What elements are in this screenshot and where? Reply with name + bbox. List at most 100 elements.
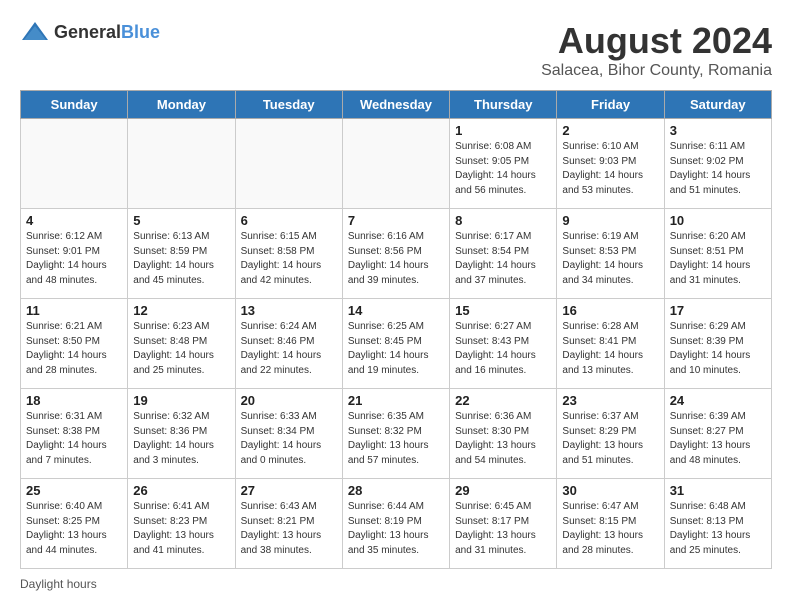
day-info: Sunrise: 6:28 AM Sunset: 8:41 PM Dayligh…	[562, 320, 658, 378]
day-number: 25	[26, 483, 122, 498]
day-number: 22	[455, 393, 551, 408]
day-number: 5	[133, 213, 229, 228]
day-info: Sunrise: 6:48 AM Sunset: 8:13 PM Dayligh…	[670, 500, 766, 558]
calendar-cell: 13Sunrise: 6:24 AM Sunset: 8:46 PM Dayli…	[235, 299, 342, 389]
day-number: 12	[133, 303, 229, 318]
calendar-cell: 24 Sunrise: 6:39 AM Sunset: 8:27 PM Dayli…	[664, 389, 771, 479]
day-info: Sunrise: 6:45 AM Sunset: 8:17 PM Dayligh…	[455, 500, 551, 558]
day-info: Sunrise: 6:21 AM Sunset: 8:50 PM Dayligh…	[26, 320, 122, 378]
week-row-2: 4 Sunrise: 6:12 AM Sunset: 9:01 PM Daylig…	[21, 209, 772, 299]
day-info: Sunrise: 6:08 AM Sunset: 9:05 PM Dayligh…	[455, 140, 551, 198]
footer-text: Daylight hours	[20, 577, 97, 591]
calendar-cell: 7 Sunrise: 6:16 AM Sunset: 8:56 PM Daylig…	[342, 209, 449, 299]
day-number: 7	[348, 213, 444, 228]
calendar-cell: 22Sunrise: 6:36 AM Sunset: 8:30 PM Dayli…	[450, 389, 557, 479]
day-info: Sunrise: 6:15 AM Sunset: 8:58 PM Dayligh…	[241, 230, 337, 288]
day-number: 27	[241, 483, 337, 498]
calendar-cell	[21, 119, 128, 209]
day-number: 20	[241, 393, 337, 408]
calendar-cell: 16 Sunrise: 6:28 AM Sunset: 8:41 PM Dayli…	[557, 299, 664, 389]
calendar-cell: 31 Sunrise: 6:48 AM Sunset: 8:13 PM Dayli…	[664, 479, 771, 569]
day-info: Sunrise: 6:29 AM Sunset: 8:39 PM Dayligh…	[670, 320, 766, 378]
day-number: 21	[348, 393, 444, 408]
day-info: Sunrise: 6:24 AM Sunset: 8:46 PM Dayligh…	[241, 320, 337, 378]
title-area: August 2024 Salacea, Bihor County, Roman…	[541, 20, 772, 80]
logo-text-general: General	[54, 22, 121, 42]
day-number: 1	[455, 123, 551, 138]
day-number: 9	[562, 213, 658, 228]
day-number: 18	[26, 393, 122, 408]
day-info: Sunrise: 6:39 AM Sunset: 8:27 PM Dayligh…	[670, 410, 766, 468]
calendar-cell: 26Sunrise: 6:41 AM Sunset: 8:23 PM Dayli…	[128, 479, 235, 569]
day-number: 29	[455, 483, 551, 498]
calendar-cell: 2 Sunrise: 6:10 AM Sunset: 9:03 PM Daylig…	[557, 119, 664, 209]
calendar-cell	[128, 119, 235, 209]
day-number: 28	[348, 483, 444, 498]
day-number: 31	[670, 483, 766, 498]
calendar-cell: 10Sunrise: 6:20 AM Sunset: 8:51 PM Dayli…	[664, 209, 771, 299]
logo: GeneralBlue	[20, 20, 160, 44]
calendar-cell: 5 Sunrise: 6:13 AM Sunset: 8:59 PM Daylig…	[128, 209, 235, 299]
day-info: Sunrise: 6:31 AM Sunset: 8:38 PM Dayligh…	[26, 410, 122, 468]
day-info: Sunrise: 6:12 AM Sunset: 9:01 PM Dayligh…	[26, 230, 122, 288]
col-header-wednesday: Wednesday	[342, 91, 449, 119]
col-header-thursday: Thursday	[450, 91, 557, 119]
calendar-table: SundayMondayTuesdayWednesdayThursdayFrid…	[20, 90, 772, 569]
day-info: Sunrise: 6:13 AM Sunset: 8:59 PM Dayligh…	[133, 230, 229, 288]
day-number: 16	[562, 303, 658, 318]
day-number: 4	[26, 213, 122, 228]
day-number: 19	[133, 393, 229, 408]
day-info: Sunrise: 6:43 AM Sunset: 8:21 PM Dayligh…	[241, 500, 337, 558]
calendar-cell	[235, 119, 342, 209]
day-number: 8	[455, 213, 551, 228]
day-number: 14	[348, 303, 444, 318]
calendar-cell: 3Sunrise: 6:11 AM Sunset: 9:02 PM Daylig…	[664, 119, 771, 209]
day-info: Sunrise: 6:44 AM Sunset: 8:19 PM Dayligh…	[348, 500, 444, 558]
day-info: Sunrise: 6:25 AM Sunset: 8:45 PM Dayligh…	[348, 320, 444, 378]
week-row-3: 11 Sunrise: 6:21 AM Sunset: 8:50 PM Dayli…	[21, 299, 772, 389]
col-header-sunday: Sunday	[21, 91, 128, 119]
calendar-cell: 28 Sunrise: 6:44 AM Sunset: 8:19 PM Dayli…	[342, 479, 449, 569]
day-number: 15	[455, 303, 551, 318]
calendar-cell: 25 Sunrise: 6:40 AM Sunset: 8:25 PM Dayli…	[21, 479, 128, 569]
day-info: Sunrise: 6:32 AM Sunset: 8:36 PM Dayligh…	[133, 410, 229, 468]
day-info: Sunrise: 6:41 AM Sunset: 8:23 PM Dayligh…	[133, 500, 229, 558]
day-info: Sunrise: 6:27 AM Sunset: 8:43 PM Dayligh…	[455, 320, 551, 378]
footer-note: Daylight hours	[20, 577, 772, 591]
calendar-cell: 29 Sunrise: 6:45 AM Sunset: 8:17 PM Dayli…	[450, 479, 557, 569]
calendar-cell: 21Sunrise: 6:35 AM Sunset: 8:32 PM Dayli…	[342, 389, 449, 479]
calendar-header-row: SundayMondayTuesdayWednesdayThursdayFrid…	[21, 91, 772, 119]
day-number: 23	[562, 393, 658, 408]
calendar-cell: 9 Sunrise: 6:19 AM Sunset: 8:53 PM Daylig…	[557, 209, 664, 299]
calendar-cell: 12 Sunrise: 6:23 AM Sunset: 8:48 PM Dayli…	[128, 299, 235, 389]
col-header-saturday: Saturday	[664, 91, 771, 119]
col-header-monday: Monday	[128, 91, 235, 119]
day-info: Sunrise: 6:40 AM Sunset: 8:25 PM Dayligh…	[26, 500, 122, 558]
calendar-cell: 11 Sunrise: 6:21 AM Sunset: 8:50 PM Dayli…	[21, 299, 128, 389]
week-row-1: 1 Sunrise: 6:08 AM Sunset: 9:05 PM Daylig…	[21, 119, 772, 209]
calendar-cell: 8Sunrise: 6:17 AM Sunset: 8:54 PM Daylig…	[450, 209, 557, 299]
col-header-tuesday: Tuesday	[235, 91, 342, 119]
calendar-cell: 23 Sunrise: 6:37 AM Sunset: 8:29 PM Dayli…	[557, 389, 664, 479]
calendar-cell: 18 Sunrise: 6:31 AM Sunset: 8:38 PM Dayli…	[21, 389, 128, 479]
day-info: Sunrise: 6:23 AM Sunset: 8:48 PM Dayligh…	[133, 320, 229, 378]
calendar-cell: 1 Sunrise: 6:08 AM Sunset: 9:05 PM Daylig…	[450, 119, 557, 209]
header: GeneralBlue August 2024 Salacea, Bihor C…	[20, 20, 772, 80]
day-info: Sunrise: 6:19 AM Sunset: 8:53 PM Dayligh…	[562, 230, 658, 288]
day-info: Sunrise: 6:37 AM Sunset: 8:29 PM Dayligh…	[562, 410, 658, 468]
subtitle: Salacea, Bihor County, Romania	[541, 62, 772, 80]
logo-text-blue: Blue	[121, 22, 160, 42]
calendar-cell: 4 Sunrise: 6:12 AM Sunset: 9:01 PM Daylig…	[21, 209, 128, 299]
day-info: Sunrise: 6:16 AM Sunset: 8:56 PM Dayligh…	[348, 230, 444, 288]
day-number: 2	[562, 123, 658, 138]
main-title: August 2024	[541, 20, 772, 62]
calendar-cell: 30Sunrise: 6:47 AM Sunset: 8:15 PM Dayli…	[557, 479, 664, 569]
day-number: 24	[670, 393, 766, 408]
day-info: Sunrise: 6:33 AM Sunset: 8:34 PM Dayligh…	[241, 410, 337, 468]
logo-icon	[20, 20, 50, 44]
day-info: Sunrise: 6:11 AM Sunset: 9:02 PM Dayligh…	[670, 140, 766, 198]
day-info: Sunrise: 6:10 AM Sunset: 9:03 PM Dayligh…	[562, 140, 658, 198]
calendar-cell: 19 Sunrise: 6:32 AM Sunset: 8:36 PM Dayli…	[128, 389, 235, 479]
day-number: 11	[26, 303, 122, 318]
day-number: 6	[241, 213, 337, 228]
